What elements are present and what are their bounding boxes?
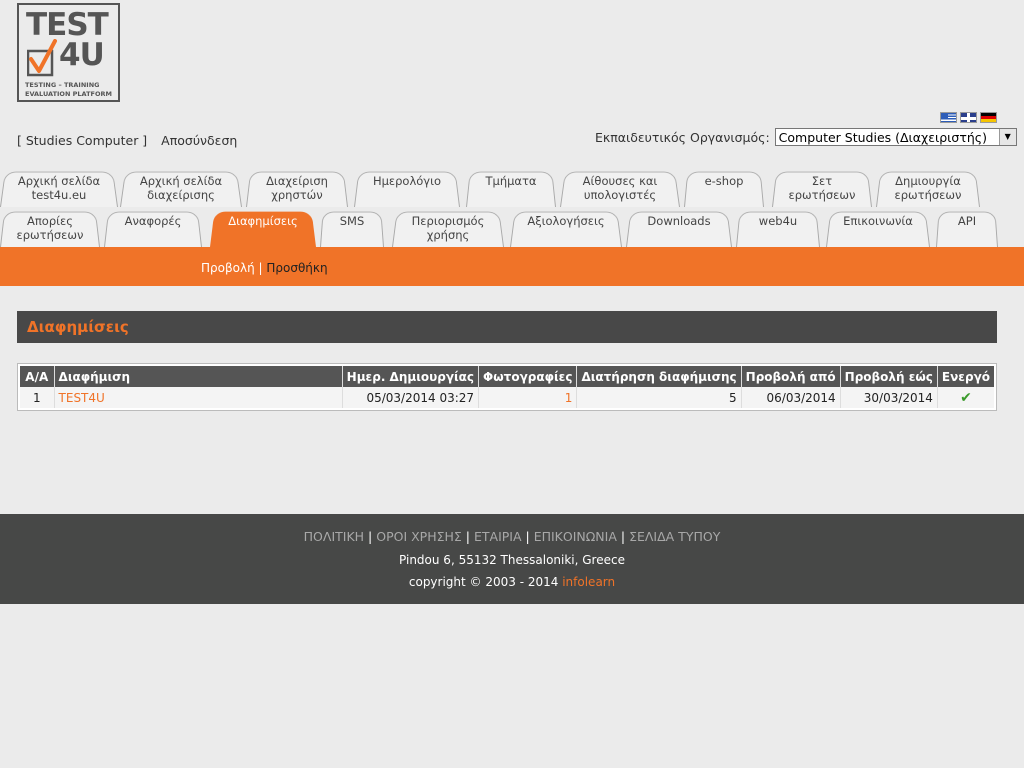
column-header-view-from[interactable]: Προβολή από	[741, 366, 841, 387]
footer-link-contact[interactable]: ΕΠΙΚΟΙΝΩΝΙΑ	[534, 529, 617, 544]
tab-home-test4u[interactable]: Αρχική σελίδα test4u.eu	[0, 168, 118, 207]
subnav-separator: |	[254, 261, 267, 275]
tab-row-1: Αρχική σελίδα test4u.eu Αρχική σελίδα δι…	[0, 168, 980, 207]
tab-label: Αρχική σελίδα διαχείρισης	[139, 174, 223, 202]
logo[interactable]: TEST 4U TESTING – TRAINING EVALUATION PL…	[17, 3, 120, 102]
tab-label: SMS	[339, 214, 365, 228]
photos-link[interactable]: 1	[565, 391, 573, 405]
greek-flag-icon[interactable]	[940, 112, 957, 123]
footer: ΠΟΛΙΤΙΚΗ | ΟΡΟΙ ΧΡΗΣΗΣ | ΕΤΑΙΡΙΑ | ΕΠΙΚΟ…	[0, 514, 1024, 604]
subnav: Προβολή | Προσθήκη	[201, 261, 328, 275]
tab-api[interactable]: API	[936, 208, 998, 247]
tab-reports[interactable]: Αναφορές	[104, 208, 202, 247]
tab-downloads[interactable]: Downloads	[626, 208, 732, 247]
ad-link[interactable]: TEST4U	[59, 391, 105, 405]
tab-create-questions[interactable]: Δημιουργία ερωτήσεων	[876, 168, 980, 207]
footer-link-company[interactable]: ΕΤΑΙΡΙΑ	[474, 529, 522, 544]
tab-calendar[interactable]: Ημερολόγιο	[354, 168, 460, 207]
subnav-bar	[0, 247, 1024, 286]
logo-text-4u: 4U	[59, 37, 105, 73]
cell-view-to: 30/03/2014	[840, 387, 938, 408]
chevron-down-icon[interactable]: ▼	[998, 129, 1016, 145]
cell-retention: 5	[576, 387, 742, 408]
column-header-retention[interactable]: Διατήρηση διαφήμισης	[576, 366, 742, 387]
organization-label: Εκπαιδευτικός Οργανισμός:	[595, 129, 770, 145]
add-link[interactable]: Προσθήκη	[266, 261, 327, 275]
tab-label: Αναφορές	[124, 214, 182, 228]
tab-label: Επικοινωνία	[843, 214, 913, 228]
organization-select[interactable]: Computer Studies (Διαχειριστής) ▼	[774, 128, 1017, 146]
footer-copyright: copyright © 2003 - 2014 infolearn	[0, 575, 1024, 589]
footer-link-terms[interactable]: ΟΡΟΙ ΧΡΗΣΗΣ	[376, 529, 462, 544]
page-title: Διαφημίσεις	[17, 311, 997, 343]
english-flag-icon[interactable]	[960, 112, 977, 123]
tab-eshop[interactable]: e-shop	[684, 168, 764, 207]
table-header-row: Α/Α Διαφήμιση Ημερ. Δημιουργίας Φωτογραφ…	[20, 366, 994, 387]
check-icon[interactable]: ✔	[960, 390, 972, 406]
tab-advertisements[interactable]: Διαφημίσεις	[210, 208, 316, 247]
ads-table: Α/Α Διαφήμιση Ημερ. Δημιουργίας Φωτογραφ…	[17, 363, 997, 411]
tab-label: Σετ ερωτήσεων	[788, 174, 856, 202]
tab-label: Downloads	[647, 214, 711, 228]
tab-label: Δημιουργία ερωτήσεων	[894, 174, 962, 202]
tab-label: Αίθουσες και υπολογιστές	[582, 174, 658, 202]
tab-label: web4u	[758, 214, 798, 228]
tab-label: Απορίες ερωτήσεων	[16, 214, 84, 242]
tab-usage-restriction[interactable]: Περιορισμός χρήσης	[392, 208, 504, 247]
tab-label: Περιορισμός χρήσης	[411, 214, 485, 242]
cell-view-from: 06/03/2014	[741, 387, 841, 408]
tab-rooms-computers[interactable]: Αίθουσες και υπολογιστές	[560, 168, 680, 207]
column-header-ad[interactable]: Διαφήμιση	[54, 366, 343, 387]
logo-tagline-2: EVALUATION PLATFORM	[25, 90, 112, 98]
cell-active: ✔	[937, 387, 994, 408]
company-link[interactable]: infolearn	[562, 575, 615, 589]
organization-select-value: Computer Studies (Διαχειριστής)	[778, 130, 987, 145]
tab-sms[interactable]: SMS	[320, 208, 384, 247]
tab-row-2: Απορίες ερωτήσεων Αναφορές Διαφημίσεις S…	[0, 208, 998, 247]
checkmark-logo-icon	[27, 39, 57, 77]
tab-label: Τμήματα	[485, 174, 537, 188]
tab-question-issues[interactable]: Απορίες ερωτήσεων	[0, 208, 100, 247]
footer-link-press[interactable]: ΣΕΛΙΔΑ ΤΥΠΟΥ	[629, 529, 720, 544]
column-header-active[interactable]: Ενεργό	[937, 366, 994, 387]
tab-label: API	[957, 214, 977, 228]
tab-contact[interactable]: Επικοινωνία	[826, 208, 930, 247]
tab-web4u[interactable]: web4u	[736, 208, 820, 247]
view-link[interactable]: Προβολή	[201, 261, 255, 275]
column-header-created[interactable]: Ημερ. Δημιουργίας	[342, 366, 480, 387]
account-link[interactable]: [ Studies Computer ]	[17, 133, 147, 148]
german-flag-icon[interactable]	[980, 112, 997, 123]
cell-index: 1	[20, 387, 55, 408]
tab-label: Διαχείριση χρηστών	[266, 174, 328, 202]
column-header-photos[interactable]: Φωτογραφίες	[478, 366, 578, 387]
tab-question-sets[interactable]: Σετ ερωτήσεων	[772, 168, 872, 207]
copyright-text: copyright © 2003 - 2014	[408, 575, 563, 589]
user-line: [ Studies Computer ] Αποσύνδεση	[17, 133, 237, 148]
tab-label: Ημερολόγιο	[372, 174, 442, 188]
footer-links: ΠΟΛΙΤΙΚΗ | ΟΡΟΙ ΧΡΗΣΗΣ | ΕΤΑΙΡΙΑ | ΕΠΙΚΟ…	[303, 529, 721, 544]
cell-photos: 1	[478, 387, 578, 408]
tab-departments[interactable]: Τμήματα	[466, 168, 556, 207]
tab-label: Αξιολογήσεις	[527, 214, 605, 228]
tab-label: e-shop	[704, 174, 744, 188]
tab-user-management[interactable]: Διαχείριση χρηστών	[246, 168, 348, 207]
language-selector	[940, 112, 997, 123]
tab-label: Αρχική σελίδα test4u.eu	[17, 174, 101, 202]
cell-created: 05/03/2014 03:27	[342, 387, 480, 408]
logo-tagline-1: TESTING – TRAINING	[25, 81, 100, 89]
logout-link[interactable]: Αποσύνδεση	[161, 133, 237, 148]
footer-address: Pindou 6, 55132 Thessaloniki, Greece	[399, 553, 625, 567]
column-header-view-to[interactable]: Προβολή εώς	[840, 366, 938, 387]
cell-ad-name: TEST4U	[54, 387, 343, 408]
column-header-index[interactable]: Α/Α	[20, 366, 55, 387]
tab-label: Διαφημίσεις	[228, 214, 298, 228]
footer-link-policy[interactable]: ΠΟΛΙΤΙΚΗ	[304, 529, 364, 544]
tab-evaluations[interactable]: Αξιολογήσεις	[510, 208, 622, 247]
tab-admin-home[interactable]: Αρχική σελίδα διαχείρισης	[120, 168, 242, 207]
table-row: 1 TEST4U 05/03/2014 03:27 1 5 06/03/2014…	[20, 387, 994, 408]
organization-selector: Εκπαιδευτικός Οργανισμός: Computer Studi…	[595, 128, 1017, 146]
